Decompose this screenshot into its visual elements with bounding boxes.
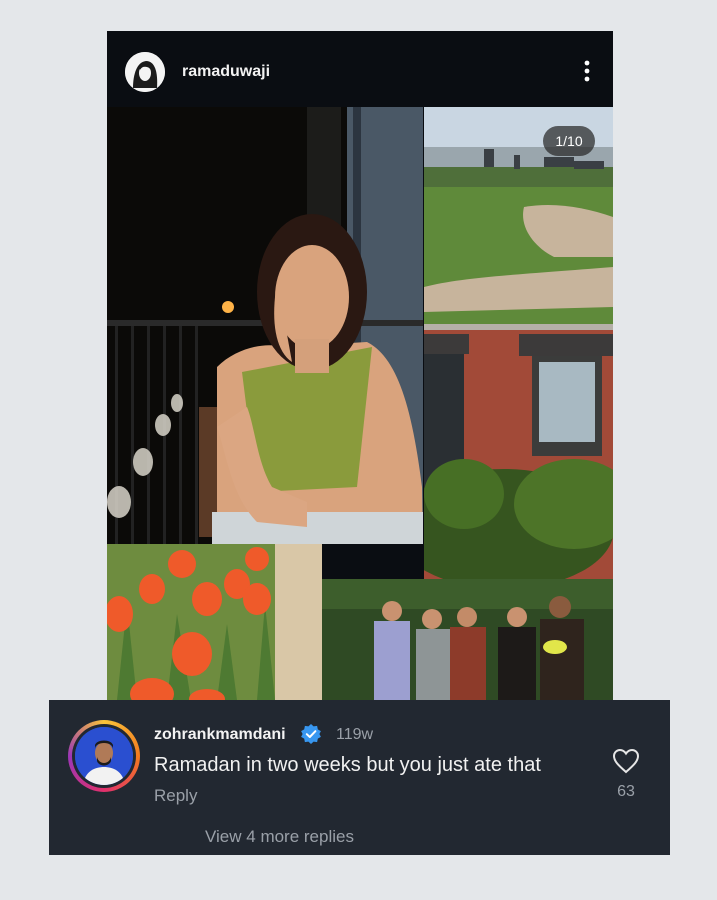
tulips-photo [107,544,322,700]
brick-building-photo [424,324,613,579]
avatar-photo [75,727,133,785]
post-header: ramaduwaji [107,31,613,107]
more-vertical-icon[interactable] [579,59,595,83]
commenter-avatar[interactable] [68,720,140,792]
comment-card: zohrankmamdani 119w Ramadan in two weeks… [49,700,670,855]
comment-text: Ramadan in two weeks but you just ate th… [154,754,541,776]
post-author-avatar[interactable] [125,52,165,92]
like-count: 63 [617,783,635,800]
avatar-inner-ring [72,724,136,788]
comment-timestamp: 119w [336,726,374,743]
verified-badge-icon [301,724,321,744]
reply-button[interactable]: Reply [154,786,197,806]
photo-collage[interactable] [107,107,613,700]
view-more-replies[interactable]: View 4 more replies [205,827,354,847]
avatar-drawing [125,52,165,92]
group-photo [322,579,613,700]
instagram-post: ramaduwaji 1/10 [107,31,613,700]
carousel-counter: 1/10 [543,126,595,156]
portrait-photo [107,107,423,544]
post-username[interactable]: ramaduwaji [182,63,270,81]
heart-icon[interactable] [612,748,640,774]
commenter-username[interactable]: zohrankmamdani [154,726,286,744]
